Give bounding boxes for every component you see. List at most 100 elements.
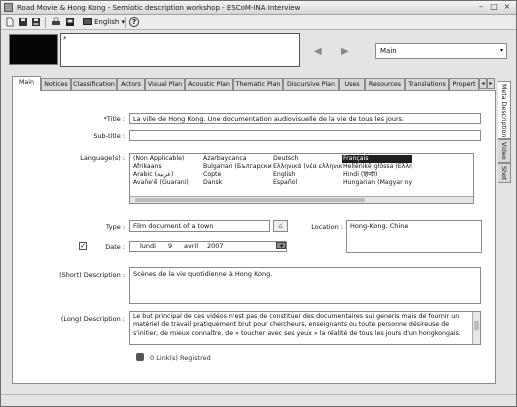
maximize-button[interactable]: □ — [488, 3, 500, 12]
print-icon[interactable] — [51, 17, 61, 27]
side-tab-label: Video — [500, 142, 507, 160]
title-label: *Title : — [103, 115, 125, 123]
scrollbar-thumb[interactable] — [135, 198, 365, 202]
language-option[interactable]: Arabic (عربية) — [132, 171, 202, 179]
type-input[interactable]: Film document of a town — [129, 220, 270, 232]
tab-scroll-left-icon[interactable]: ◂ — [479, 78, 487, 89]
link-icon[interactable] — [136, 353, 144, 361]
export-icon[interactable] — [65, 17, 75, 27]
tab-actors[interactable]: Actors — [117, 78, 145, 90]
short-description-label: (Short) Description : — [59, 271, 125, 279]
tab-thematic-plan[interactable]: Thematic Plan — [233, 78, 283, 90]
help-icon[interactable]: ? — [129, 17, 139, 27]
tab-resources[interactable]: Resources — [365, 78, 405, 90]
language-option-selected[interactable]: Français — [342, 155, 412, 163]
tab-properties[interactable]: Propert — [449, 78, 479, 90]
tab-main[interactable]: Main — [12, 76, 41, 91]
subtitle-input[interactable] — [129, 130, 481, 141]
language-column: Azərbaycanca Bulgarian (Български) Copte… — [202, 155, 272, 187]
side-tab-video[interactable]: Video — [498, 139, 511, 163]
close-button[interactable]: × — [501, 3, 513, 12]
tab-notices[interactable]: Notices — [41, 78, 71, 90]
date-year: 2007 — [207, 242, 224, 250]
app-window: Road Movie & Hong Kong - Semiotic descri… — [0, 0, 517, 407]
window-title: Road Movie & Hong Kong - Semiotic descri… — [17, 4, 301, 12]
tab-bar: Main Notices Classification Actors Visua… — [12, 76, 496, 91]
notes-box[interactable]: * — [60, 33, 300, 67]
tab-discursive-plan[interactable]: Discursive Plan — [283, 78, 339, 90]
side-tab-meta-description[interactable]: Meta Description — [498, 81, 511, 139]
flag-icon — [83, 18, 92, 25]
long-description-label: (Long) Description : — [60, 315, 125, 323]
context-dropdown-value: Main — [380, 47, 397, 55]
long-description-input[interactable]: Le but principal de ces vidéos n'est pas… — [129, 311, 481, 345]
language-label: English — [94, 18, 120, 26]
location-input[interactable]: Hong-Kong, Chine — [346, 220, 482, 253]
language-option[interactable]: Hindi (हिन्दी) — [342, 171, 412, 179]
tab-visual-plan[interactable]: Visual Plan — [145, 78, 185, 90]
language-option[interactable]: Afrikaans — [132, 163, 202, 171]
location-label: Location : — [311, 223, 343, 231]
scrollbar-thumb[interactable] — [474, 321, 479, 330]
tab-translations[interactable]: Translations — [405, 78, 449, 90]
chevron-down-icon: ▾ — [499, 47, 503, 54]
save-all-icon[interactable] — [31, 17, 41, 27]
long-description-text: Le but principal de ces vidéos n'est pas… — [133, 313, 461, 337]
side-tab-label: Meta Description — [500, 84, 507, 138]
tab-uses[interactable]: Uses — [339, 78, 365, 90]
language-list[interactable]: (Non Applicable) Afrikaans Arabic (عربية… — [129, 153, 474, 204]
language-option[interactable]: Copte — [202, 171, 272, 179]
language-option[interactable]: Dansk — [202, 179, 272, 187]
language-option[interactable]: Español — [272, 179, 342, 187]
video-thumbnail[interactable] — [9, 34, 58, 65]
language-option[interactable]: Hungarian (Magyar nyelv) — [342, 179, 412, 187]
notes-marker: * — [63, 35, 67, 43]
language-option[interactable]: Avañe'ẽ (Guarani) — [132, 179, 202, 187]
toolbar-separator — [125, 17, 126, 28]
type-picker-icon[interactable]: ⌂ — [273, 220, 288, 232]
tab-scroll-right-icon[interactable]: ▸ — [487, 78, 495, 89]
date-label: Date : — [105, 243, 125, 251]
new-document-icon[interactable] — [5, 17, 15, 27]
title-input[interactable]: La ville de Hong Kong. Une documentation… — [129, 113, 481, 124]
date-checkbox[interactable]: ✓ — [79, 242, 87, 250]
date-day: 9 — [168, 242, 173, 250]
language-column: Deutsch Ελληνικά (νέα ελληνικά) English … — [272, 155, 342, 187]
language-selector[interactable]: English ▾ — [83, 17, 125, 28]
side-tab-label: Shot — [500, 166, 507, 181]
context-dropdown[interactable]: Main ▾ — [375, 43, 507, 59]
language-column: (Non Applicable) Afrikaans Arabic (عربية… — [132, 155, 202, 187]
language-option[interactable]: (Non Applicable) — [132, 155, 202, 163]
tab-classification[interactable]: Classification — [71, 78, 117, 90]
save-icon[interactable] — [18, 17, 28, 27]
language-option[interactable]: English — [272, 171, 342, 179]
type-label: Type : — [105, 223, 125, 231]
date-picker[interactable]: lundi 9 avril 2007 ▾ — [129, 241, 287, 252]
language-list-label: Language(s) : — [80, 154, 125, 162]
forward-arrow-icon[interactable]: ▶ — [341, 46, 349, 57]
language-option[interactable]: Deutsch — [272, 155, 342, 163]
language-column: Français Hellēnikḗ glōssa (Ελλην Hindi (… — [342, 155, 412, 187]
side-tab-shot[interactable]: Shot — [498, 163, 511, 183]
links-count: 0 Link(s) Registred — [150, 354, 211, 362]
status-bar — [1, 394, 516, 406]
language-option[interactable]: Hellēnikḗ glōssa (Ελλην — [342, 163, 412, 171]
language-list-scrollbar[interactable] — [130, 196, 473, 203]
language-option[interactable]: Azərbaycanca — [202, 155, 272, 163]
title-bar[interactable]: Road Movie & Hong Kong - Semiotic descri… — [1, 1, 516, 15]
toolbar-separator — [45, 17, 46, 28]
date-month: avril — [184, 242, 199, 250]
toolbar: English ▾ ? — [1, 15, 516, 30]
tab-acoustic-plan[interactable]: Acoustic Plan — [185, 78, 233, 90]
long-description-scrollbar[interactable] — [472, 312, 480, 344]
language-option[interactable]: Ελληνικά (νέα ελληνικά) — [272, 163, 342, 171]
date-day-name: lundi — [140, 242, 156, 250]
language-option[interactable]: Bulgarian (Български) — [202, 163, 272, 171]
back-arrow-icon[interactable]: ◀ — [314, 46, 322, 57]
short-description-input[interactable]: Scènes de la vie quotidienne à Hong Kong… — [129, 267, 481, 304]
app-icon — [4, 3, 13, 12]
chevron-down-icon[interactable]: ▾ — [280, 242, 283, 251]
minimize-button[interactable]: – — [475, 3, 487, 12]
links-info: 0 Link(s) Registred — [136, 353, 211, 362]
subtitle-label: Sub-title : — [93, 132, 125, 140]
